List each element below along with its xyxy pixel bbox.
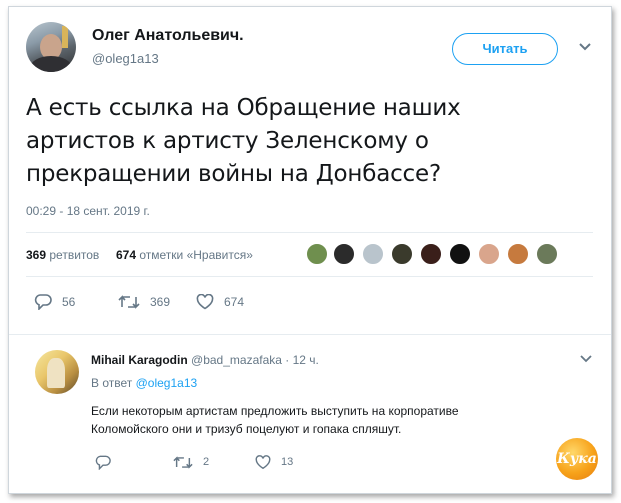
reply-icon — [34, 294, 52, 310]
reply-text-line: Коломойского они и тризуб поцелуют и гоп… — [91, 422, 402, 436]
divider — [26, 232, 593, 233]
reply-author-name[interactable]: Mihail Karagodin — [91, 353, 188, 367]
tweet-text-line: А есть ссылка на Обращение наших — [26, 95, 461, 121]
author-avatar[interactable] — [26, 22, 76, 72]
chevron-down-icon[interactable] — [580, 355, 592, 363]
retweet-button[interactable]: 369 — [118, 292, 170, 312]
retweets-count[interactable]: 369 — [26, 248, 46, 262]
tweet-text-line: прекращении войны на Донбассе? — [26, 161, 441, 187]
reply-like-count: 13 — [281, 456, 294, 468]
reply-text: Если некоторым артистам предложить высту… — [91, 402, 531, 438]
liker-avatar[interactable] — [507, 243, 529, 265]
liker-avatar[interactable] — [449, 243, 471, 265]
reply-reply-button[interactable] — [95, 452, 121, 472]
retweets-label[interactable]: ретвитов — [49, 248, 99, 262]
reply-retweet-button[interactable]: 2 — [173, 452, 209, 472]
reply-to-mention[interactable]: @oleg1a13 — [136, 376, 198, 390]
likes-count[interactable]: 674 — [116, 248, 136, 262]
tweet-text: А есть ссылка на Обращение наших артисто… — [26, 92, 546, 191]
reply-author-avatar[interactable] — [35, 350, 79, 394]
reply-to-line: В ответ @oleg1a13 — [91, 376, 197, 390]
tweet-text-line: артистов к артисту Зеленскому о — [26, 128, 429, 154]
divider — [26, 276, 593, 277]
liker-avatar[interactable] — [420, 243, 442, 265]
heart-icon — [196, 294, 214, 310]
reply-author-handle[interactable]: @bad_mazafaka — [191, 353, 282, 367]
like-button[interactable]: 674 — [196, 292, 244, 312]
reply-text-line: Если некоторым артистам предложить высту… — [91, 404, 459, 418]
author-name[interactable]: Олег Анатольевич. — [92, 27, 244, 45]
heart-icon — [255, 454, 271, 469]
liker-avatar[interactable] — [362, 243, 384, 265]
follow-button[interactable]: Читать — [452, 33, 558, 65]
chevron-down-icon[interactable] — [578, 42, 592, 52]
liker-avatar[interactable] — [536, 243, 558, 265]
tweet-stats: 369 ретвитов 674 отметки «Нравится» — [26, 248, 253, 262]
reply-retweet-count: 2 — [203, 456, 210, 468]
retweet-icon — [173, 455, 193, 469]
liker-avatar[interactable] — [306, 243, 328, 265]
liker-avatar[interactable] — [478, 243, 500, 265]
reply-count: 56 — [62, 295, 76, 309]
reply-header: Mihail Karagodin @bad_mazafaka · 12 ч. — [91, 353, 319, 367]
retweet-icon — [118, 295, 140, 309]
likes-label[interactable]: отметки «Нравится» — [139, 248, 253, 262]
reply-icon — [95, 455, 111, 470]
reply-to-prefix: В ответ — [91, 376, 133, 390]
watermark-logo: Кука — [556, 438, 598, 480]
reply-like-button[interactable]: 13 — [255, 452, 293, 472]
liker-avatar[interactable] — [333, 243, 355, 265]
divider — [9, 334, 611, 335]
reply-button[interactable]: 56 — [34, 292, 75, 312]
author-handle[interactable]: @oleg1a13 — [92, 51, 159, 66]
liker-avatar[interactable] — [391, 243, 413, 265]
like-count: 674 — [224, 295, 245, 309]
tweet-timestamp[interactable]: 00:29 - 18 сент. 2019 г. — [26, 204, 150, 218]
reply-time[interactable]: · 12 ч. — [285, 353, 319, 367]
retweet-count: 369 — [150, 295, 171, 309]
